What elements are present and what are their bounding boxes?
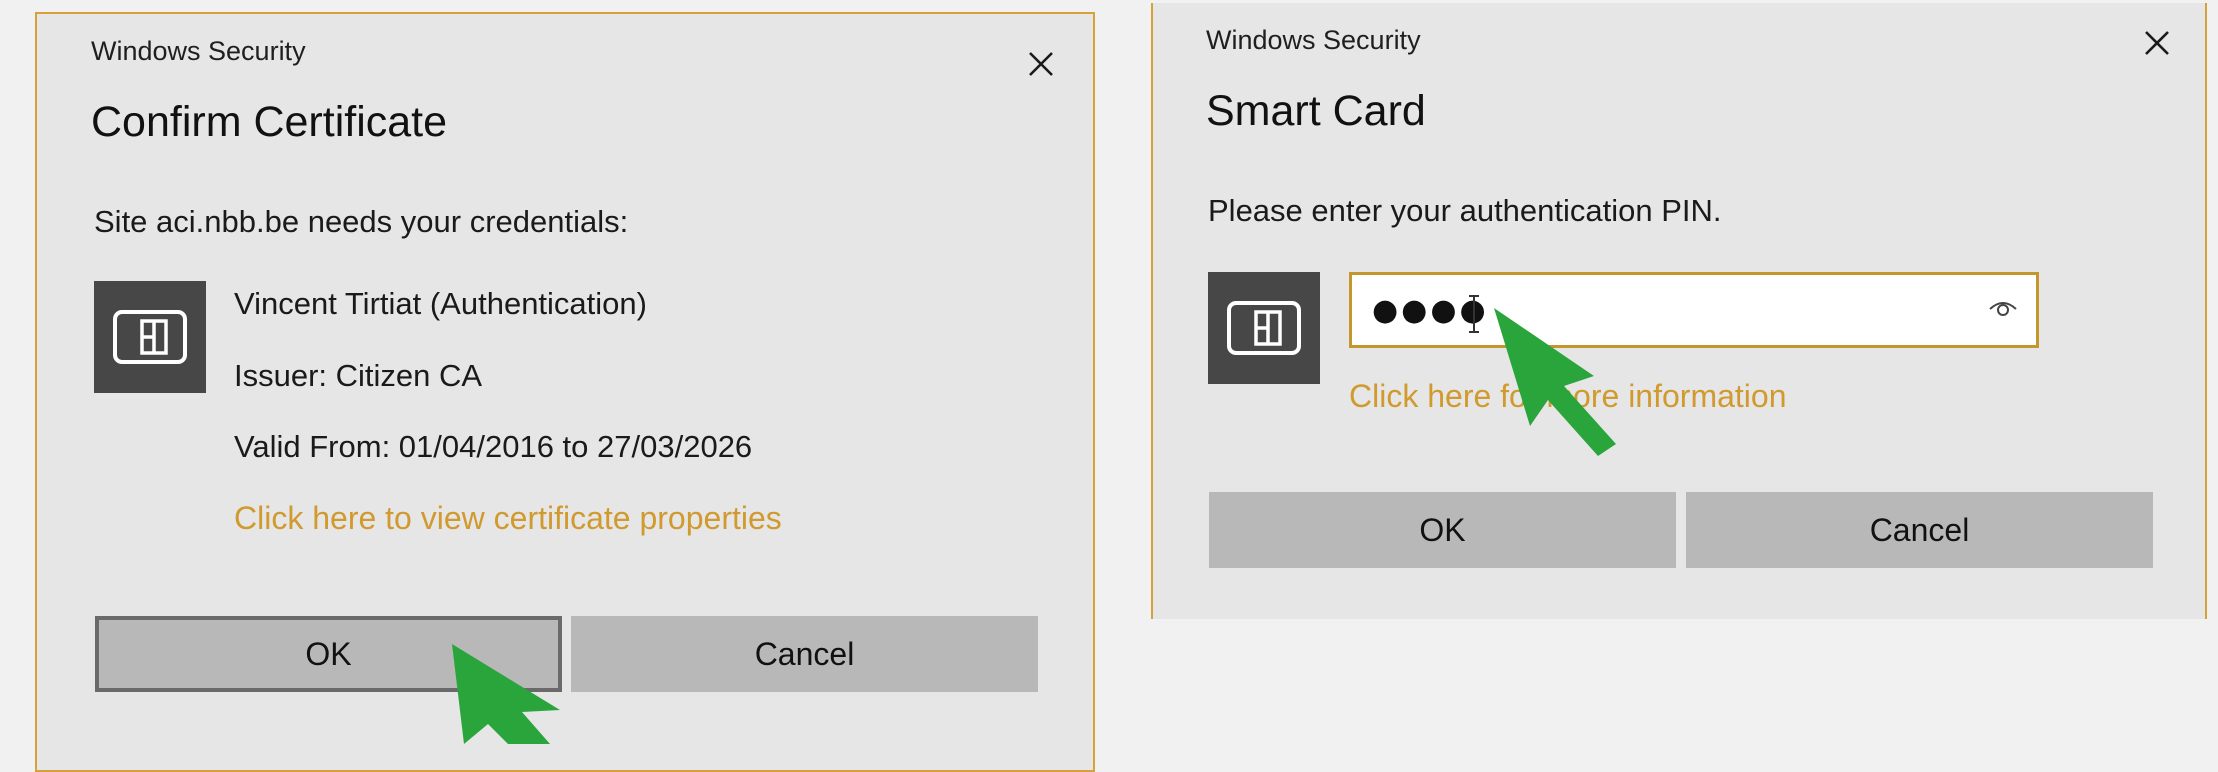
close-icon — [1029, 52, 1053, 76]
smart-card-dialog: Windows Security Smart Card Please enter… — [1151, 3, 2207, 619]
certificate-subject: Vincent Tirtiat (Authentication) — [234, 286, 647, 321]
dialog-heading: Confirm Certificate — [91, 98, 448, 146]
certificate-validity: Valid From: 01/04/2016 to 27/03/2026 — [234, 429, 753, 464]
view-certificate-properties-link[interactable]: Click here to view certificate propertie… — [234, 500, 782, 537]
eye-icon[interactable] — [1988, 297, 2018, 319]
window-title: Windows Security — [91, 36, 306, 66]
ok-button[interactable]: OK — [1209, 492, 1676, 568]
pin-message: Please enter your authentication PIN. — [1208, 193, 1722, 228]
smart-card-icon — [113, 310, 187, 364]
window-title: Windows Security — [1206, 25, 1421, 55]
pin-input[interactable]: ●●●● — [1349, 272, 2039, 348]
certificate-issuer: Issuer: Citizen CA — [234, 358, 483, 393]
smart-card-tile — [1208, 272, 1320, 384]
close-button[interactable] — [1015, 38, 1067, 90]
certificate-card-tile — [94, 281, 206, 393]
arrow-pointer-icon — [1494, 308, 1616, 456]
text-cursor-icon — [1469, 295, 1479, 333]
smart-card-icon — [1227, 301, 1301, 355]
dialog-heading: Smart Card — [1206, 87, 1426, 135]
close-button[interactable] — [2131, 17, 2183, 69]
credentials-message: Site aci.nbb.be needs your credentials: — [94, 204, 629, 239]
cancel-button[interactable]: Cancel — [571, 616, 1038, 692]
arrow-pointer-icon — [452, 644, 560, 744]
close-icon — [2145, 31, 2169, 55]
cancel-button[interactable]: Cancel — [1686, 492, 2153, 568]
